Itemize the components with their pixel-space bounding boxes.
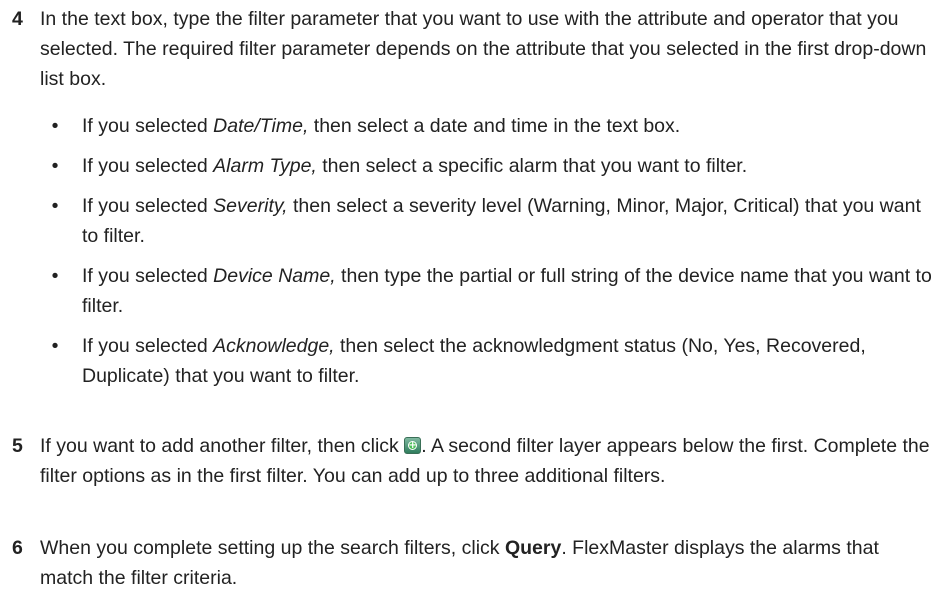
step-number: 4 — [12, 8, 23, 30]
step-5: 5 If you want to add another filter, the… — [0, 431, 940, 531]
bullet-text: If you selected — [82, 155, 214, 177]
step-number: 6 — [12, 537, 23, 559]
step-6: 6 When you complete setting up the searc… — [0, 533, 940, 603]
list-item: • If you selected Severity, then select … — [40, 191, 936, 251]
bullet-term: Date/Time, — [213, 115, 309, 137]
step-text-part: When you complete setting up the search … — [40, 537, 505, 559]
bullet-term: Severity, — [213, 195, 288, 217]
bullet-text: If you selected — [82, 115, 214, 137]
bullet-text: then select a specific alarm that you wa… — [316, 155, 748, 177]
step-text: In the text box, type the filter paramet… — [40, 8, 927, 90]
list-item: • If you selected Acknowledge, then sele… — [40, 331, 936, 391]
bullet-text: If you selected — [82, 195, 214, 217]
list-item: • If you selected Alarm Type, then selec… — [40, 151, 936, 181]
bullet-dot: • — [51, 335, 59, 357]
bullet-term: Device Name, — [213, 265, 336, 287]
bullet-dot: • — [51, 265, 59, 287]
document-page: 4 In the text box, type the filter param… — [0, 0, 944, 607]
add-filter-icon — [404, 431, 422, 461]
bullet-text: If you selected — [82, 265, 214, 287]
step-text: If you want to add another filter, then … — [40, 431, 936, 491]
bullet-text: If you selected — [82, 335, 214, 357]
query-label: Query — [504, 537, 562, 559]
list-item: • If you selected Date/Time, then select… — [40, 111, 936, 141]
step-text: When you complete setting up the search … — [40, 533, 936, 593]
step-text-part: If you want to add another filter, then … — [40, 435, 405, 457]
bullet-dot: • — [51, 115, 59, 137]
step-number: 5 — [12, 435, 23, 457]
step-4: 4 In the text box, type the filter param… — [0, 4, 940, 424]
bullet-dot: • — [51, 195, 59, 217]
bullet-text: then select a date and time in the text … — [308, 115, 681, 137]
bullet-dot: • — [51, 155, 59, 177]
bullet-term: Acknowledge, — [213, 335, 335, 357]
bullet-term: Alarm Type, — [213, 155, 317, 177]
bullet-list: • If you selected Date/Time, then select… — [40, 111, 936, 391]
list-item: • If you selected Device Name, then type… — [40, 261, 936, 321]
